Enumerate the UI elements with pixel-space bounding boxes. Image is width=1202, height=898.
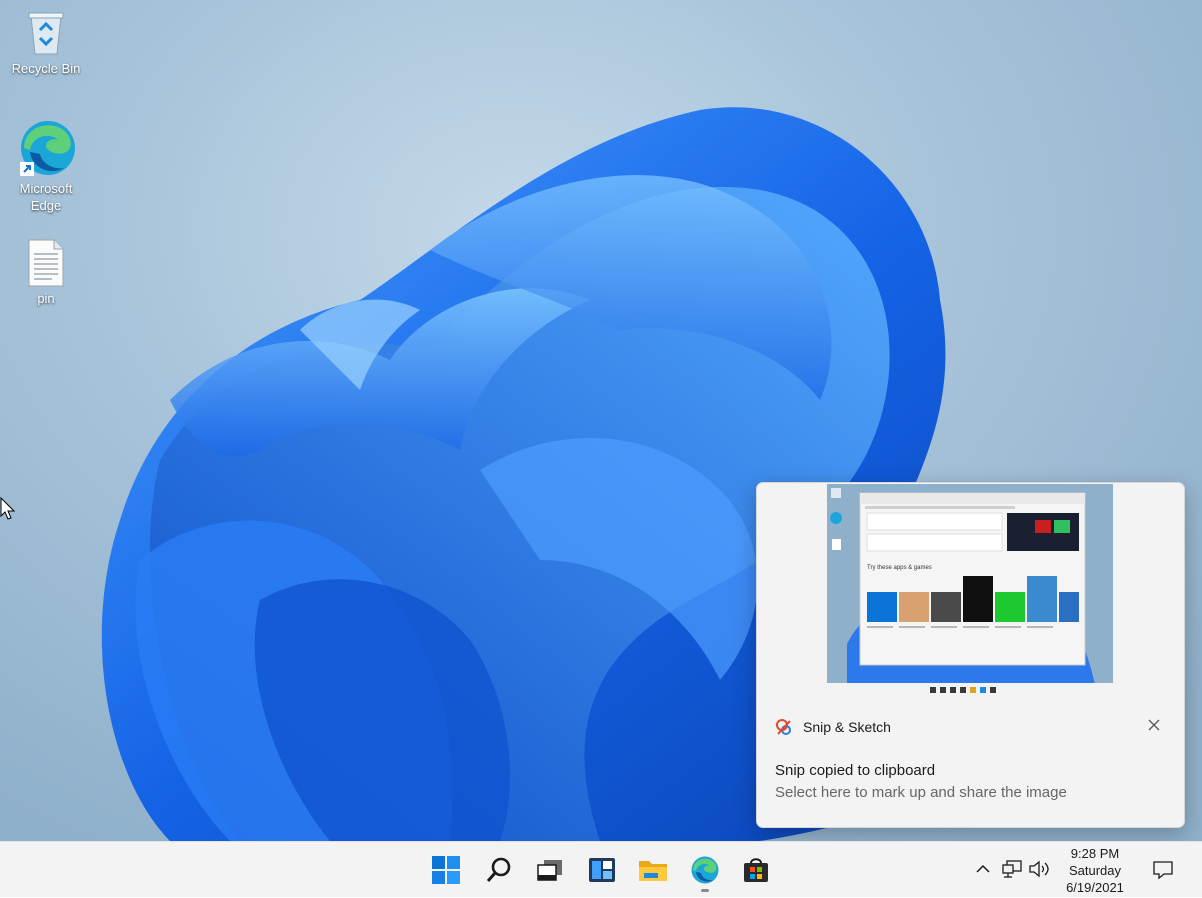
show-hidden-icons-button[interactable] xyxy=(974,858,992,880)
task-view-button[interactable] xyxy=(530,850,570,890)
volume-icon xyxy=(1029,860,1049,878)
snip-preview-thumbnail[interactable]: Try these apps & games xyxy=(827,484,1113,696)
volume-button[interactable] xyxy=(1027,858,1051,880)
thumb-section-title: Try these apps & games xyxy=(867,565,932,571)
snip-sketch-toast[interactable]: Try these apps & games Snip & Sketch Sni… xyxy=(756,482,1185,828)
desktop-icon-microsoft-edge[interactable]: Microsoft Edge xyxy=(6,118,86,214)
file-explorer-button[interactable] xyxy=(633,850,673,890)
clock-day: Saturday xyxy=(1068,862,1122,878)
running-indicator xyxy=(701,889,709,892)
network-icon xyxy=(1002,860,1022,878)
clock-date: 6/19/2021 xyxy=(1066,879,1124,895)
search-icon xyxy=(486,857,511,882)
widgets-button[interactable] xyxy=(582,850,622,890)
file-explorer-icon xyxy=(639,861,667,881)
toast-app-name: Snip & Sketch xyxy=(803,719,891,735)
toast-header: Snip & Sketch xyxy=(775,716,891,738)
start-button[interactable] xyxy=(426,850,466,890)
taskbar: 9:28 PM Saturday 6/19/2021 xyxy=(0,841,1202,897)
desktop-icon-label: pin xyxy=(37,291,55,306)
search-button[interactable] xyxy=(479,850,519,890)
edge-icon xyxy=(20,121,75,176)
snip-sketch-icon xyxy=(776,719,791,735)
notification-center-button[interactable] xyxy=(1150,858,1176,882)
toast-subtitle: Select here to mark up and share the ima… xyxy=(775,784,1067,801)
start-icon xyxy=(432,856,460,884)
desktop-icon-label: Microsoft Edge xyxy=(19,181,73,213)
mouse-cursor-icon xyxy=(0,497,16,520)
chevron-up-icon xyxy=(976,864,990,873)
clock-time: 9:28 PM xyxy=(1070,845,1120,861)
edge-taskbar-button[interactable] xyxy=(685,850,725,892)
store-icon xyxy=(744,858,768,882)
close-icon[interactable] xyxy=(1146,717,1162,733)
task-view-icon xyxy=(537,860,562,881)
recycle-bin-icon xyxy=(28,12,64,55)
widgets-icon xyxy=(589,858,615,882)
notification-icon xyxy=(1153,861,1173,880)
desktop-icon-recycle-bin[interactable]: Recycle Bin xyxy=(6,8,86,77)
network-button[interactable] xyxy=(1001,858,1023,880)
store-button[interactable] xyxy=(736,850,776,890)
desktop-icon-pin[interactable]: pin xyxy=(6,238,86,307)
text-file-icon xyxy=(28,239,64,287)
toast-title: Snip copied to clipboard xyxy=(775,762,936,779)
desktop-icon-label: Recycle Bin xyxy=(11,61,81,76)
clock[interactable]: 9:28 PM Saturday 6/19/2021 xyxy=(1052,842,1138,898)
desktop: Recycle Bin Microsoft Edge pin Try these… xyxy=(0,0,1202,841)
edge-icon xyxy=(691,856,719,884)
